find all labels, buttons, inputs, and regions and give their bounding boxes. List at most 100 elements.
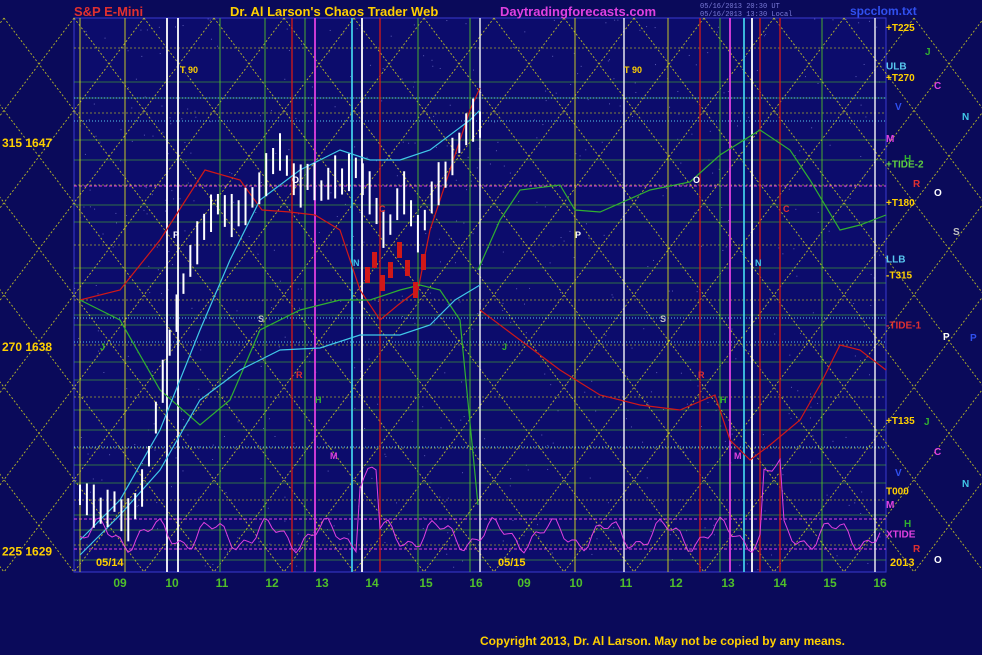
star xyxy=(425,233,427,235)
star xyxy=(632,115,634,117)
star xyxy=(143,134,145,136)
star xyxy=(605,335,607,337)
star xyxy=(678,113,680,115)
star xyxy=(575,153,577,155)
star xyxy=(422,528,424,530)
star xyxy=(187,108,189,110)
star xyxy=(854,502,856,504)
star xyxy=(99,141,101,143)
star xyxy=(390,35,392,37)
planet-marker: C xyxy=(934,447,941,458)
star xyxy=(425,389,427,391)
star xyxy=(435,146,437,148)
chart-marker: P xyxy=(575,230,581,240)
star xyxy=(523,303,525,305)
star xyxy=(89,189,91,191)
star xyxy=(861,491,863,493)
star xyxy=(136,506,138,508)
star xyxy=(269,543,271,545)
star xyxy=(551,277,553,279)
star xyxy=(433,298,435,300)
star xyxy=(680,499,682,501)
star xyxy=(848,504,850,506)
star xyxy=(141,463,143,465)
star xyxy=(630,426,632,428)
date-label: 05/15 xyxy=(498,557,526,569)
star xyxy=(78,337,80,339)
star xyxy=(154,449,156,451)
star xyxy=(858,460,860,462)
star xyxy=(855,76,857,78)
star xyxy=(271,307,273,309)
star xyxy=(278,346,280,348)
star xyxy=(757,569,759,571)
star xyxy=(509,172,511,174)
star xyxy=(158,26,160,28)
star xyxy=(631,347,633,349)
star xyxy=(653,501,655,503)
star xyxy=(146,213,148,215)
star xyxy=(140,29,142,31)
star xyxy=(542,124,544,126)
star xyxy=(713,524,715,526)
red-price-bar xyxy=(397,242,402,258)
star xyxy=(170,123,172,125)
star xyxy=(301,288,303,290)
data-file-name: spcclom.txt xyxy=(850,4,917,18)
chart-marker: O xyxy=(693,175,700,185)
star xyxy=(329,29,331,31)
star xyxy=(171,190,173,192)
right-level-label: +T270 xyxy=(886,73,915,84)
star xyxy=(444,501,446,503)
star xyxy=(93,103,95,105)
star xyxy=(439,496,441,498)
star xyxy=(249,98,251,100)
star xyxy=(157,269,159,271)
star xyxy=(605,22,607,24)
star xyxy=(273,249,275,251)
star xyxy=(563,240,565,242)
planet-marker: H xyxy=(904,154,911,165)
chart-marker: C xyxy=(783,204,790,214)
star xyxy=(707,401,709,403)
star xyxy=(115,212,117,214)
star xyxy=(364,427,366,429)
star xyxy=(74,287,76,289)
star xyxy=(198,300,200,302)
star xyxy=(549,262,551,264)
star xyxy=(231,173,233,175)
star xyxy=(145,187,147,189)
right-level-label: T000 xyxy=(886,486,909,497)
star xyxy=(694,212,696,214)
star xyxy=(112,246,114,248)
star xyxy=(412,86,414,88)
star xyxy=(353,235,355,237)
star xyxy=(790,386,792,388)
star xyxy=(536,524,538,526)
star xyxy=(828,230,830,232)
star xyxy=(619,173,621,175)
star xyxy=(512,519,514,521)
star xyxy=(408,142,410,144)
star xyxy=(723,92,725,94)
star xyxy=(809,461,811,463)
star xyxy=(137,504,139,506)
star xyxy=(870,304,872,306)
star xyxy=(647,402,649,404)
star xyxy=(796,275,798,277)
star xyxy=(587,99,589,101)
star xyxy=(144,96,146,98)
star xyxy=(643,328,645,330)
star xyxy=(731,328,733,330)
star xyxy=(613,527,615,529)
star xyxy=(198,497,200,499)
star xyxy=(263,427,265,429)
star xyxy=(811,127,813,129)
star xyxy=(229,172,231,174)
chart-stage: 315 1647 270 1638 225 1629 09 10 11 12 13 14 15 16… xyxy=(0,0,982,650)
star xyxy=(354,367,356,369)
star xyxy=(102,233,104,235)
site-url[interactable]: Daytradingforecasts.com xyxy=(500,4,656,19)
star xyxy=(377,403,379,405)
star xyxy=(237,537,239,539)
